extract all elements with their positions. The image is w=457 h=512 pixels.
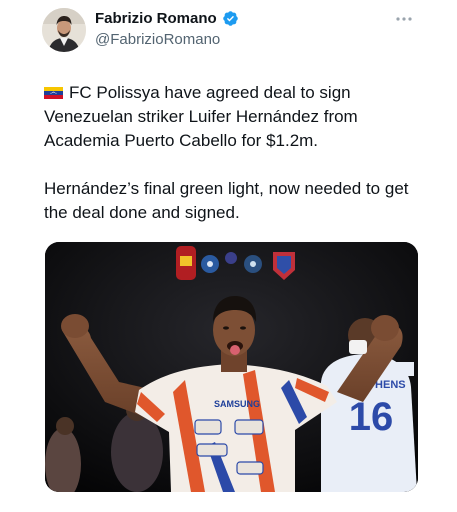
more-dots-icon <box>396 17 412 21</box>
tweet-line-2: Hernández’s final green light, now neede… <box>44 179 409 222</box>
tweet-card: Fabrizio Romano @FabrizioRomano FC Polis… <box>0 0 457 512</box>
avatar[interactable] <box>42 8 86 52</box>
verified-badge-icon <box>222 11 238 26</box>
tweet-paragraph-1: FC Polissya have agreed deal to sign Ven… <box>44 81 434 153</box>
more-options-button[interactable] <box>393 8 415 30</box>
tweet-paragraph-2: Hernández’s final green light, now neede… <box>44 177 434 225</box>
author-handle[interactable]: @FabrizioRomano <box>95 31 220 48</box>
jersey-sponsor: SAMSUNG <box>214 399 260 409</box>
football-celebration-photo: EPHENS 16 SAMSUNG <box>45 242 418 492</box>
profile-photo-icon <box>42 8 86 52</box>
venezuela-flag-icon <box>44 87 63 99</box>
jersey-back-number: 16 <box>349 395 394 439</box>
author-name[interactable]: Fabrizio Romano <box>95 10 217 27</box>
tweet-media-photo[interactable]: EPHENS 16 SAMSUNG <box>45 242 418 492</box>
tweet-text: FC Polissya have agreed deal to sign Ven… <box>44 81 434 225</box>
author-name-row: Fabrizio Romano <box>95 10 239 27</box>
tweet-line-1: FC Polissya have agreed deal to sign Ven… <box>44 83 358 150</box>
